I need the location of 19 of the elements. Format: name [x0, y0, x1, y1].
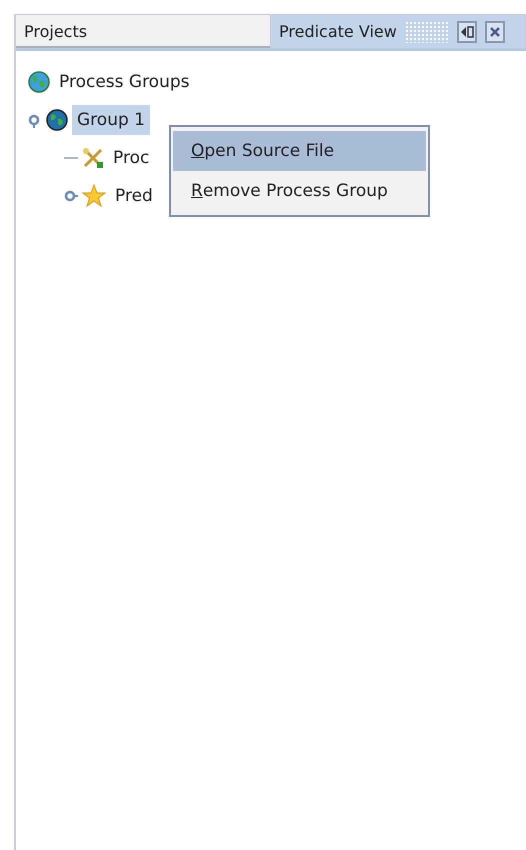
- tree-item[interactable]: Pred: [110, 181, 158, 211]
- globe-icon: [28, 71, 50, 93]
- tab[interactable]: Predicate View: [271, 14, 526, 48]
- menu-item[interactable]: Open Source File: [173, 131, 426, 171]
- dock-icon: [460, 24, 474, 38]
- menu-item[interactable]: Remove Process Group: [173, 171, 426, 211]
- globe-icon: [46, 109, 68, 131]
- tree-line: [64, 157, 78, 159]
- expander-icon[interactable]: [26, 112, 42, 128]
- close-button[interactable]: [484, 20, 505, 42]
- tree-item[interactable]: Process Groups: [54, 67, 195, 97]
- star-icon: [82, 184, 106, 208]
- tree-item[interactable]: Group 1: [72, 105, 150, 135]
- minimize-button[interactable]: [456, 20, 477, 42]
- tools-icon: [82, 147, 104, 169]
- close-icon: [488, 26, 501, 38]
- tree-item[interactable]: Proc: [108, 143, 154, 173]
- tab[interactable]: Projects: [16, 14, 271, 48]
- expander-icon[interactable]: [62, 188, 78, 204]
